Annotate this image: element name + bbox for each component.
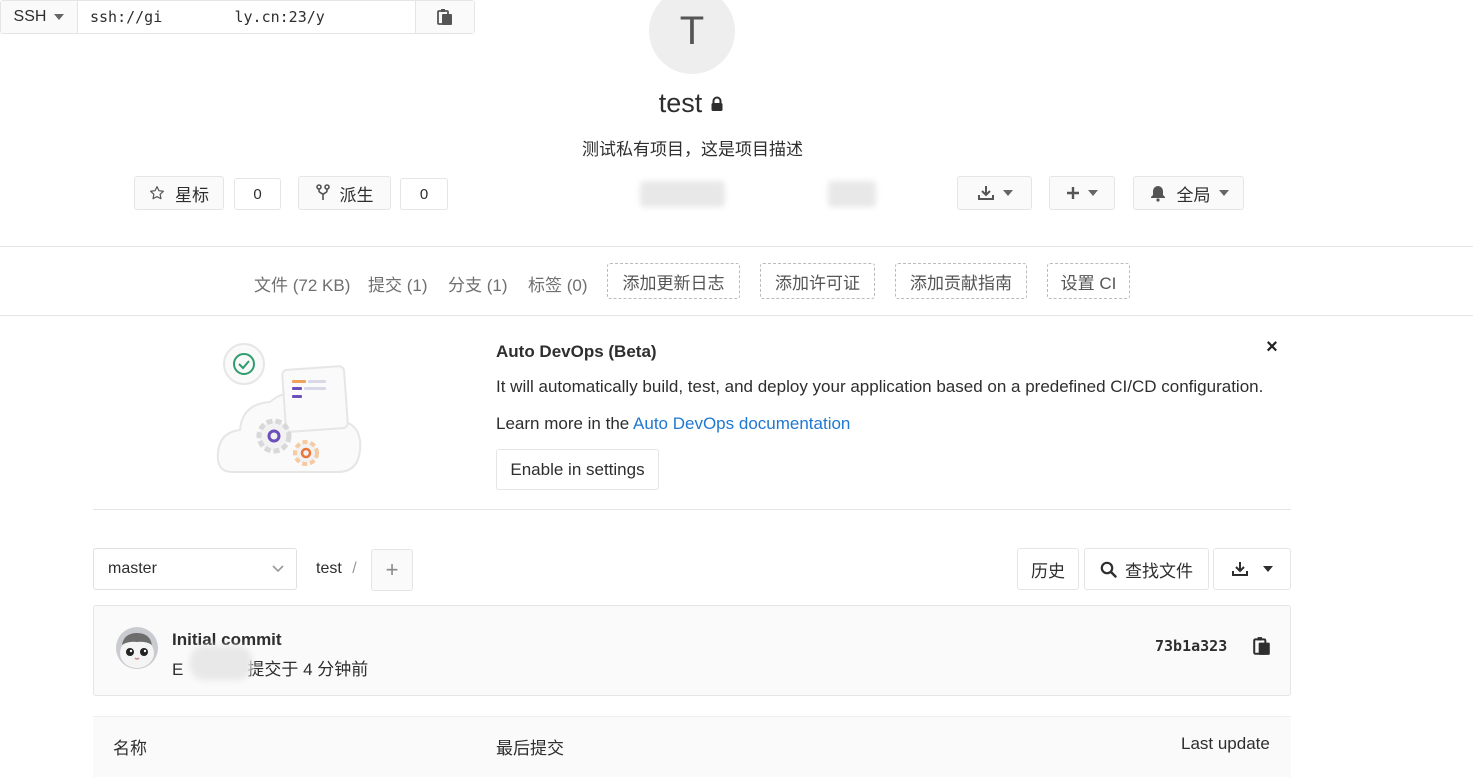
divider xyxy=(93,509,1291,510)
add-changelog-button[interactable]: 添加更新日志 xyxy=(607,263,740,299)
stat-files[interactable]: 文件 (72 KB) xyxy=(254,271,350,296)
lock-icon xyxy=(711,96,723,111)
chevron-down-icon xyxy=(1088,190,1098,196)
column-last-commit: 最后提交 xyxy=(496,739,564,758)
star-label: 星标 xyxy=(175,185,209,205)
auto-devops-illustration xyxy=(216,343,362,473)
banner-text: It will automatically build, test, and d… xyxy=(496,377,1264,396)
commit-time: 提交于 4 分钟前 xyxy=(247,660,369,679)
find-file-button[interactable]: 查找文件 xyxy=(1084,548,1209,590)
add-contributing-button[interactable]: 添加贡献指南 xyxy=(895,263,1027,299)
chevron-down-icon xyxy=(1263,566,1273,572)
author-avatar[interactable] xyxy=(116,627,158,669)
breadcrumb-root[interactable]: test xyxy=(316,560,342,577)
fork-button[interactable]: 派生 xyxy=(298,176,391,210)
bell-icon xyxy=(1150,186,1165,202)
find-file-label: 查找文件 xyxy=(1125,561,1193,581)
clone-protocol-dropdown[interactable]: SSH xyxy=(1,1,78,33)
clipboard-icon[interactable] xyxy=(1252,636,1272,656)
copy-url-button[interactable] xyxy=(415,1,474,33)
plus-icon: + xyxy=(385,557,399,582)
add-to-tree-button[interactable]: + xyxy=(371,549,413,591)
banner-learn-prefix: Learn more in the xyxy=(496,414,634,433)
notification-label: 全局 xyxy=(1176,185,1211,205)
redaction-blur xyxy=(190,646,252,680)
chevron-down-icon xyxy=(1218,190,1229,196)
column-last-update: Last update xyxy=(1181,734,1270,753)
breadcrumb: test / xyxy=(316,560,357,578)
redaction-blur xyxy=(828,181,876,207)
project-avatar-letter: T xyxy=(679,8,705,53)
clone-protocol-label: SSH xyxy=(13,8,47,25)
redaction-blur xyxy=(640,181,725,207)
fork-count[interactable]: 0 xyxy=(400,178,448,210)
star-button[interactable]: 星标 xyxy=(134,176,224,210)
auto-devops-docs-link[interactable]: Auto DevOps documentation xyxy=(633,414,850,433)
breadcrumb-separator: / xyxy=(352,560,357,577)
project-title: test xyxy=(658,88,703,118)
fork-label: 派生 xyxy=(339,185,374,205)
last-commit-panel xyxy=(93,605,1291,696)
plus-icon xyxy=(1067,187,1079,199)
banner-title: Auto DevOps (Beta) xyxy=(496,342,657,361)
download-dropdown[interactable] xyxy=(957,176,1032,210)
setup-ci-button[interactable]: 设置 CI xyxy=(1047,263,1130,299)
branch-name: master xyxy=(108,560,157,577)
add-license-button[interactable]: 添加许可证 xyxy=(760,263,875,299)
download-icon xyxy=(977,186,994,200)
star-icon xyxy=(150,186,164,200)
commit-sha[interactable]: 73b1a323 xyxy=(1155,637,1227,655)
download-icon xyxy=(1232,562,1248,576)
enable-in-settings-button[interactable]: Enable in settings xyxy=(496,449,659,490)
new-item-dropdown[interactable] xyxy=(1049,176,1115,210)
notification-dropdown[interactable]: 全局 xyxy=(1133,176,1244,210)
file-table-header xyxy=(93,716,1291,777)
chevron-down-icon xyxy=(272,565,284,573)
commit-author[interactable]: E xyxy=(172,660,183,679)
branch-selector[interactable]: master xyxy=(93,548,297,590)
clone-url-input[interactable] xyxy=(78,1,415,33)
fork-icon xyxy=(315,184,330,200)
project-avatar: T xyxy=(649,0,735,74)
star-count[interactable]: 0 xyxy=(234,178,281,210)
banner-learn-more: Learn more in the Auto DevOps documentat… xyxy=(496,414,850,434)
clipboard-icon xyxy=(437,9,452,25)
divider xyxy=(0,246,1473,247)
project-title-row: test xyxy=(0,88,1383,119)
project-description: 测试私有项目，这是项目描述 xyxy=(582,140,803,159)
chevron-down-icon xyxy=(54,14,65,20)
stat-branches[interactable]: 分支 (1) xyxy=(448,271,508,296)
history-button[interactable]: 历史 xyxy=(1017,548,1079,590)
divider xyxy=(0,315,1473,316)
search-icon xyxy=(1100,561,1117,578)
chevron-down-icon xyxy=(1002,190,1013,196)
clone-url-group: SSH xyxy=(0,0,475,34)
close-icon[interactable]: × xyxy=(1262,337,1282,357)
download-source-dropdown[interactable] xyxy=(1213,548,1291,590)
column-name: 名称 xyxy=(113,739,147,758)
stat-tags[interactable]: 标签 (0) xyxy=(528,271,588,296)
stat-commits[interactable]: 提交 (1) xyxy=(368,271,428,296)
